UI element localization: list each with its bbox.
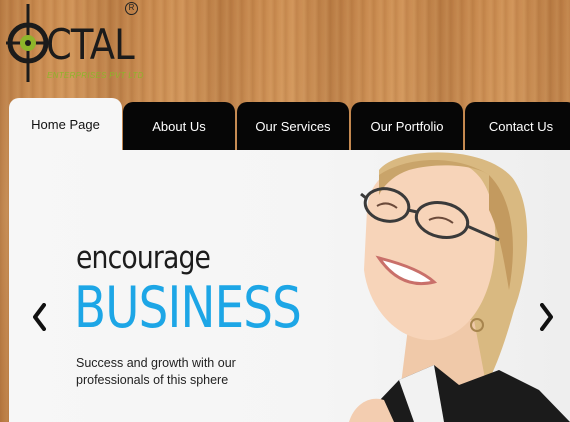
- hero-slider: encourage BUSINESS Success and growth wi…: [9, 150, 570, 422]
- slider-next-button[interactable]: [537, 300, 557, 334]
- main-nav: Home Page About Us Our Services Our Port…: [9, 98, 570, 150]
- chevron-right-icon: [540, 303, 553, 331]
- hero-headline-small: encourage: [76, 240, 211, 276]
- hero-headline-big: BUSINESS: [74, 275, 302, 341]
- slider-prev-button[interactable]: [29, 300, 49, 334]
- hero-tagline: Success and growth with our professional…: [76, 356, 236, 387]
- hero-photo-woman: [349, 152, 570, 422]
- tab-home-page[interactable]: Home Page: [9, 98, 122, 150]
- company-logo[interactable]: CTAL ENTERPRISES PVT LTD R: [6, 2, 144, 90]
- tab-contact-us[interactable]: Contact Us: [465, 102, 570, 150]
- tab-our-services[interactable]: Our Services: [237, 102, 349, 150]
- logo-subtitle: ENTERPRISES PVT LTD: [47, 71, 144, 80]
- tab-about-us[interactable]: About Us: [123, 102, 235, 150]
- registered-mark: R: [125, 2, 138, 15]
- tab-our-portfolio[interactable]: Our Portfolio: [351, 102, 463, 150]
- logo-wordmark: CTAL: [46, 20, 135, 69]
- chevron-left-icon: [33, 303, 46, 331]
